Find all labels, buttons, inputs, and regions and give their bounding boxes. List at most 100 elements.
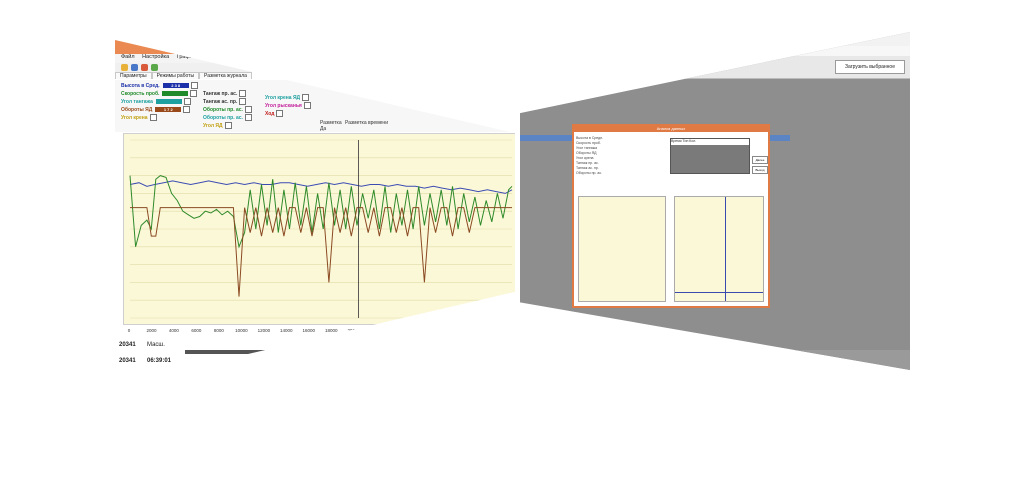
results-table[interactable]: Время Тип Кол.: [670, 138, 750, 174]
load-selected-button[interactable]: Загрузить выбранное: [835, 60, 905, 74]
x-tick-label: 0: [128, 328, 131, 333]
dialog-title[interactable]: Анализ данных: [574, 126, 768, 132]
x-tick-label: 30000: [460, 328, 473, 333]
param-checkbox[interactable]: [183, 106, 191, 113]
window-titlebar[interactable]: СДК 6 - Программа обработки данных телем…: [115, 40, 515, 54]
cursor-line: [725, 197, 726, 301]
x-tick-label: 10000: [235, 328, 248, 333]
menu-item-edit[interactable]: Правка: [546, 46, 563, 52]
x-tick-label: 16000: [303, 328, 316, 333]
telemetry-chart-svg: [129, 139, 513, 319]
param-checkbox[interactable]: [183, 98, 191, 105]
param-checkbox[interactable]: [244, 106, 252, 113]
param-row: Угол крена ЯД: [265, 94, 310, 101]
markup-yes[interactable]: Да: [320, 126, 326, 132]
record-number: 20341: [119, 342, 136, 348]
window-titlebar[interactable]: СДК 6 - Программа обработки данных телем…: [520, 32, 910, 46]
param-row: Обороты ЯД 1 7 2: [121, 106, 191, 113]
param-row: Ход: [265, 110, 284, 117]
tab-parameters[interactable]: Параметры: [115, 72, 152, 79]
analysis-dialog: Анализ данных Высота в Средн. Скорость п…: [572, 124, 770, 308]
status-bar: 20341 Масш. 20341 06:39:01: [115, 340, 515, 370]
menu-bar: Файл Настройка Графики Справка: [115, 54, 515, 63]
param-row: Тангаж ас. пр.: [203, 98, 247, 105]
tab-modes[interactable]: Режимы работы: [151, 72, 200, 79]
param-checkbox[interactable]: [224, 122, 232, 129]
next-button[interactable]: Далее: [752, 156, 768, 164]
param-checkbox[interactable]: [302, 94, 310, 101]
param-row: Обороты пр. ас.: [203, 106, 252, 113]
time-readout: 06:39:01: [147, 358, 172, 364]
status-bar: [520, 350, 910, 370]
menu-item-charts[interactable]: Графики: [177, 54, 199, 60]
x-tick-label: 22000: [370, 328, 383, 333]
menu-item-service[interactable]: Сервис: [586, 46, 603, 52]
x-tick-label: 34000: [505, 328, 515, 333]
save-icon[interactable]: [131, 64, 138, 71]
param-row: Обороты пр. ас.: [203, 114, 252, 121]
series-line-2: [130, 207, 512, 297]
param-row: Угол тангажа: [121, 98, 191, 105]
dialog-plot-left: [578, 196, 666, 302]
param-checkbox[interactable]: [303, 102, 311, 109]
param-row: Угол крена: [121, 114, 157, 121]
x-axis: 0 2000 4000 6000 8000 10000 12000 14000 16000 180…: [123, 323, 515, 337]
timeline-scrollbar[interactable]: [185, 350, 505, 354]
parameter-list: Высота в Средн. Скорость проб. Угол танг…: [576, 136, 650, 182]
menu-item-file[interactable]: Файл: [121, 54, 135, 60]
param-row: Скорость проб.: [121, 90, 198, 97]
param-checkbox[interactable]: [244, 114, 252, 121]
baseline-line: [675, 292, 763, 293]
param-row: Угол ЯД: [203, 122, 232, 129]
tab-journal[interactable]: Разметка журнала: [199, 72, 252, 79]
telemetry-chart[interactable]: [123, 133, 515, 325]
toolbar: [115, 63, 515, 72]
x-tick-label: 6000: [191, 328, 202, 333]
chart-icon[interactable]: [141, 64, 148, 71]
window-title: СДК 6 - Программа обработки данных телем…: [580, 36, 698, 42]
x-tick-label: 2000: [146, 328, 157, 333]
x-tick-label: 24000: [392, 328, 405, 333]
param-checkbox[interactable]: [239, 90, 247, 97]
results-table-header: Время Тип Кол.: [671, 139, 749, 145]
list-item[interactable]: Обороты пр. ас.: [576, 171, 650, 176]
x-axis-svg: 0 2000 4000 6000 8000 10000 12000 14000 16000 180…: [128, 328, 515, 333]
desktop-stage: СДК 6 - Программа обработки данных телем…: [0, 0, 1024, 500]
x-tick-label: 4000: [169, 328, 180, 333]
top-panel: Загрузить выбранное: [520, 56, 910, 79]
menu-item-view[interactable]: Вид: [570, 46, 579, 52]
x-tick-label: 14000: [280, 328, 293, 333]
param-checkbox[interactable]: [149, 114, 157, 121]
series-line-0: [129, 180, 513, 194]
x-tick-label: 18000: [325, 328, 338, 333]
menu-item-help[interactable]: Справка: [611, 46, 631, 52]
menu-item-settings[interactable]: Настройка: [142, 54, 169, 60]
telemetry-window-front: СДК 6 - Программа обработки данных телем…: [115, 40, 515, 385]
menu-item-file[interactable]: Файл: [526, 46, 538, 52]
x-tick-label: 12000: [258, 328, 271, 333]
x-tick-label: 32000: [482, 328, 495, 333]
param-checkbox[interactable]: [276, 110, 284, 117]
x-tick-label: 28000: [437, 328, 450, 333]
x-tick-label: 26000: [415, 328, 428, 333]
record-number-bottom: 20341: [119, 358, 136, 364]
x-tick-label: 8000: [214, 328, 225, 333]
exit-button[interactable]: Выход: [752, 166, 768, 174]
dialog-plot-right: [674, 196, 764, 302]
parameter-panel: Высота в Сред. 2 3 8 Скорость проб. Угол …: [115, 80, 515, 132]
telemetry-window-back: СДК 6 - Программа обработки данных телем…: [520, 32, 910, 370]
refresh-icon[interactable]: [151, 64, 158, 71]
param-checkbox[interactable]: [239, 98, 247, 105]
window-title: СДК 6 - Программа обработки данных телем…: [195, 44, 336, 50]
param-checkbox[interactable]: [190, 90, 198, 97]
time-markup-label: Разметка времени: [345, 120, 388, 126]
x-tick-label: 20000: [347, 328, 360, 333]
tab-strip: Параметры Режимы работы Разметка журнала: [115, 72, 515, 80]
open-folder-icon[interactable]: [121, 64, 128, 71]
param-row: Высота в Сред. 2 3 8: [121, 82, 198, 89]
zoom-label[interactable]: Масш.: [147, 342, 165, 348]
param-row: Угол рысканья: [265, 102, 311, 109]
menu-item-help[interactable]: Справка: [206, 54, 228, 60]
param-checkbox[interactable]: [190, 82, 198, 89]
menu-bar: Файл Правка Вид Сервис Справка: [520, 46, 910, 56]
